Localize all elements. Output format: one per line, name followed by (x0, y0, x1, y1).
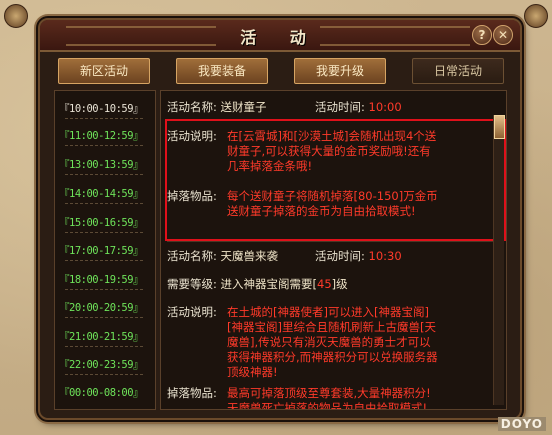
time-item[interactable]: 『00:00-08:00』 (59, 385, 144, 400)
time-item[interactable]: 『21:00-21:59』 (59, 329, 144, 344)
time-item[interactable]: 『10:00-10:59』 (59, 101, 144, 116)
event-time: 10:30 (368, 249, 402, 263)
divider (65, 289, 143, 290)
event-name-row: 活动名称: 天魔兽来袭 (167, 249, 278, 264)
event-name-label: 活动名称: (167, 100, 217, 114)
event-desc-line: 获得神器积分,而神器积分可以兑换服务器 (227, 350, 438, 364)
event-level-suffix: ]级 (331, 277, 348, 291)
divider (65, 317, 143, 318)
event-desc-line: 财童子,可以获得大量的金币奖励哦!还有 (227, 144, 431, 158)
time-item[interactable]: 『14:00-14:59』 (59, 186, 144, 201)
tab-equipment[interactable]: 我要装备 (176, 58, 268, 84)
event-time-label: 活动时间: (315, 100, 365, 114)
activity-window: 活 动 ? ✕ 新区活动 我要装备 我要升级 日常活动 『10:00-10:59… (38, 18, 522, 420)
divider (65, 203, 143, 204)
event-drop-label: 掉落物品: (167, 189, 217, 203)
tab-bar: 新区活动 我要装备 我要升级 日常活动 (58, 58, 504, 84)
event-drop-line: 最高可掉落顶级至尊套装,大量神器积分! (227, 386, 431, 400)
divider (65, 346, 143, 347)
divider (65, 145, 143, 146)
divider (65, 374, 143, 375)
event-drop-label: 掉落物品: (167, 386, 217, 400)
event-drop-line: 天魔兽死亡掉落的物品为自由拾取模式! (227, 401, 428, 410)
close-icon[interactable]: ✕ (493, 25, 513, 45)
tab-new-server[interactable]: 新区活动 (58, 58, 150, 84)
time-item[interactable]: 『15:00-16:59』 (59, 215, 144, 230)
time-list: 『10:00-10:59』 『11:00-12:59』 『13:00-13:59… (54, 90, 156, 410)
divider (65, 118, 143, 119)
event-name-row: 活动名称: 送财童子 (167, 100, 267, 115)
corner-ornament (524, 4, 548, 28)
event-desc-line: 在[云霄城]和[沙漠土城]会随机出现4个送 (227, 129, 437, 143)
event-level-text: 进入神器宝阁需要[ (220, 277, 318, 291)
event-drop-line: 每个送财童子将随机掉落[80-150]万金币 (227, 189, 438, 203)
event-desc-line: 几率掉落金条哦! (227, 159, 313, 173)
divider (65, 232, 143, 233)
divider (65, 260, 143, 261)
divider (167, 241, 493, 242)
event-name-label: 活动名称: (167, 249, 217, 263)
event-time-row: 活动时间: 10:30 (315, 249, 402, 264)
event-drop-line: 送财童子掉落的金币为自由拾取模式! (227, 204, 416, 218)
event-name: 送财童子 (220, 100, 267, 114)
event-level-label: 需要等级: (167, 277, 217, 291)
event-time-row: 活动时间: 10:00 (315, 100, 402, 115)
time-item[interactable]: 『18:00-19:59』 (59, 272, 144, 287)
time-item[interactable]: 『13:00-13:59』 (59, 157, 144, 172)
title-bar[interactable]: 活 动 ? ✕ (40, 20, 520, 52)
time-item[interactable]: 『22:00-23:59』 (59, 357, 144, 372)
divider (65, 174, 143, 175)
event-desc-line: 顶级神器! (227, 365, 278, 379)
event-desc-line: 在土城的[神器使者]可以进入[神器宝阁] (227, 305, 429, 319)
corner-ornament (4, 4, 28, 28)
event-level-row: 需要等级: 进入神器宝阁需要[45]级 (167, 277, 348, 292)
scrollbar[interactable] (493, 115, 505, 405)
event-desc-label: 活动说明: (167, 129, 217, 143)
event-desc-line: 魔兽],传说只有消灭天魔兽的勇士才可以 (227, 335, 431, 349)
event-desc-line: [神器宝阁]里综合且随机刷新上古魔兽[天 (227, 320, 436, 334)
activity-details: 活动名称: 送财童子 活动时间: 10:00 活动说明: 在[云霄城]和[沙漠土… (160, 90, 507, 410)
tab-levelup[interactable]: 我要升级 (294, 58, 386, 84)
window-title: 活 动 (240, 28, 320, 47)
help-icon[interactable]: ? (472, 25, 492, 45)
event-level-number: 45 (317, 277, 332, 291)
time-item[interactable]: 『11:00-12:59』 (59, 128, 144, 143)
event-time: 10:00 (368, 100, 402, 114)
watermark-logo: DOYO (497, 417, 546, 431)
tab-daily[interactable]: 日常活动 (412, 58, 504, 84)
time-item[interactable]: 『17:00-17:59』 (59, 243, 144, 258)
event-name: 天魔兽来袭 (220, 249, 279, 263)
time-item[interactable]: 『20:00-20:59』 (59, 300, 144, 315)
event-time-label: 活动时间: (315, 249, 365, 263)
scrollbar-thumb[interactable] (494, 115, 505, 139)
event-desc-label: 活动说明: (167, 305, 217, 319)
